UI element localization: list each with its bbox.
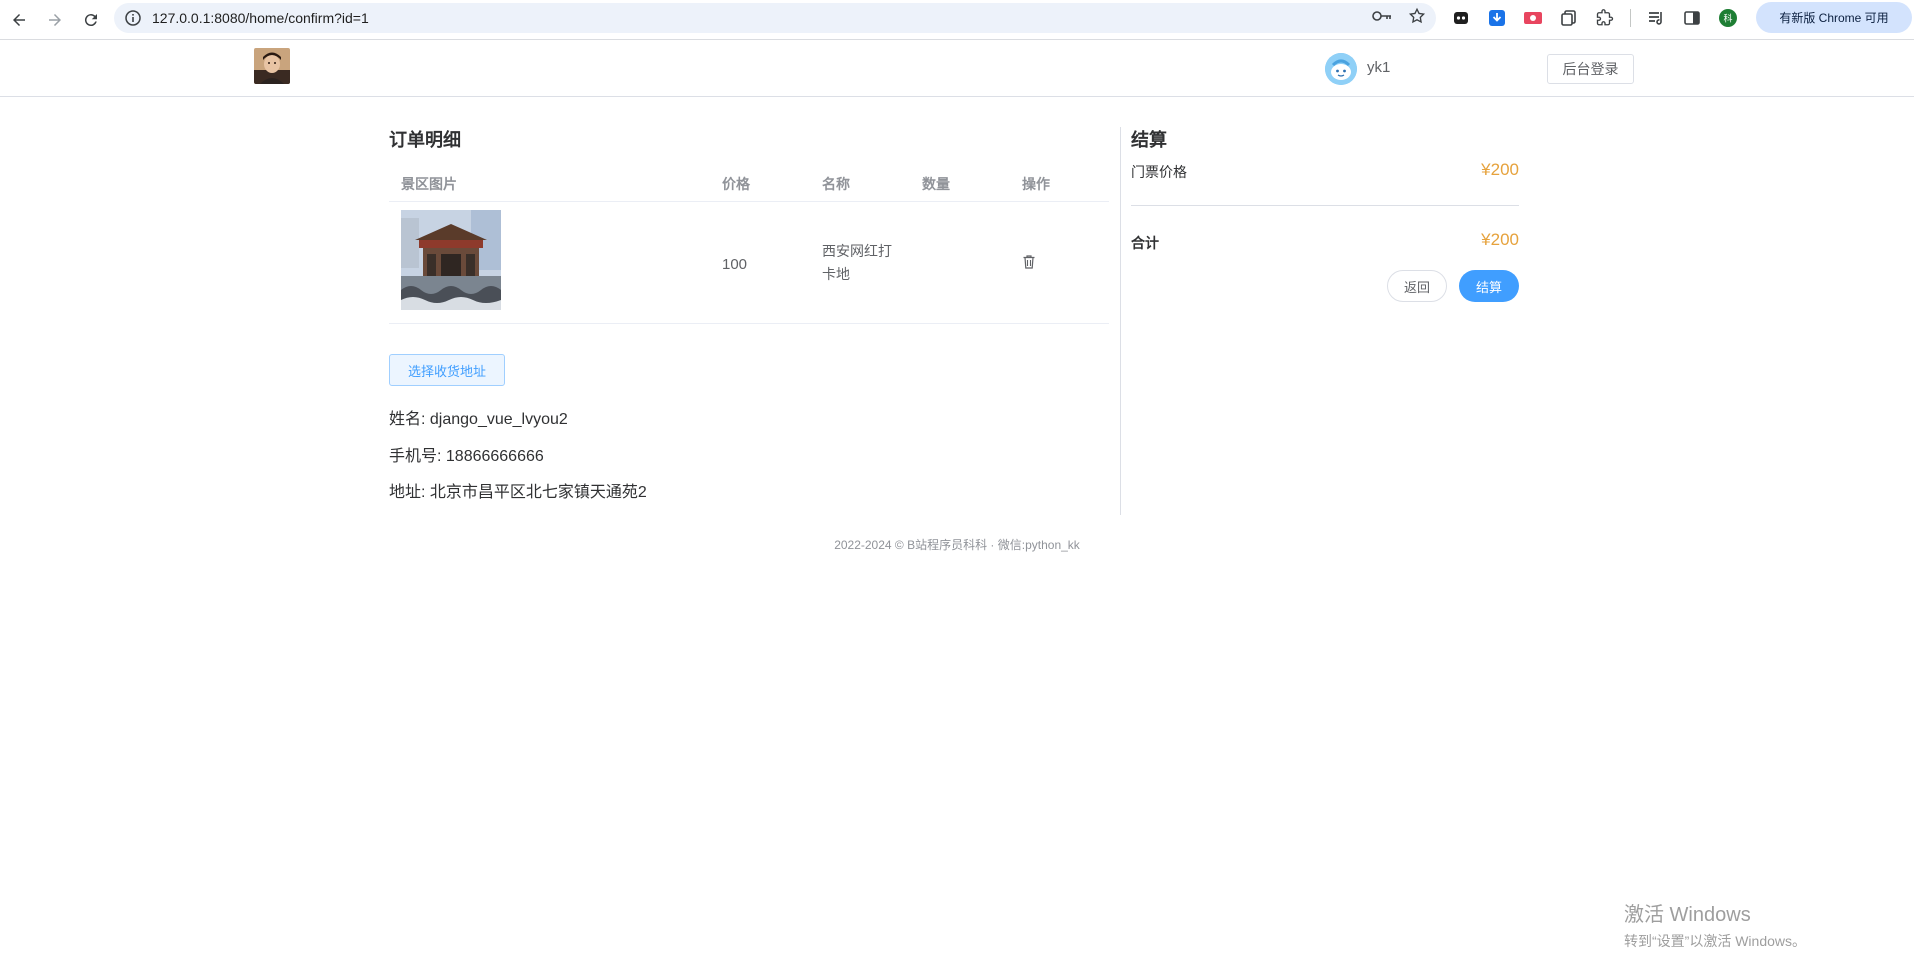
row-name: 西安网红打卡地 [822,243,892,282]
delete-icon[interactable] [1021,254,1037,270]
column-header-image: 景区图片 [401,176,457,192]
row-price: 100 [722,256,748,273]
user-avatar[interactable] [1325,53,1357,85]
recipient-address: 地址: 北京市昌平区北七家镇天通苑2 [389,484,647,501]
windows-activation-watermark: 激活 Windows 转到“设置”以激活 Windows。 [1624,898,1806,951]
vertical-divider [1120,127,1121,515]
chrome-update-button[interactable]: 有新版 Chrome 可用 [1756,2,1912,33]
site-header: yk1 后台登录 [0,41,1914,97]
column-header-name: 名称 [822,176,850,192]
copy-extension-icon[interactable] [1558,7,1580,29]
select-address-button[interactable]: 选择收货地址 [389,354,505,386]
order-details-title: 订单明细 [389,130,461,150]
settlement-title: 结算 [1131,130,1167,150]
total-value: ¥200 [1481,230,1519,249]
admin-login-label: 后台登录 [1562,61,1619,77]
back-button[interactable]: 返回 [1387,270,1447,302]
total-row: 合计 ¥200 [1131,230,1519,252]
address-bar[interactable]: 127.0.0.1:8080/home/confirm?id=1 [114,3,1436,33]
watermark-line2: 转到“设置”以激活 Windows。 [1624,933,1807,949]
chrome-update-label: 有新版 Chrome 可用 [1779,11,1889,25]
column-header-action: 操作 [1022,176,1050,192]
order-details-panel: 订单明细 景区图片 价格 名称 数量 操作 100 西安网红打卡地 选择收货地址… [389,120,1109,501]
screenshot-extension-icon[interactable] [1522,7,1544,29]
back-nav-button[interactable] [2,3,36,37]
column-header-quantity: 数量 [922,176,950,192]
url-text[interactable]: 127.0.0.1:8080/home/confirm?id=1 [152,10,369,26]
watermark-line1: 激活 Windows [1624,904,1751,926]
toolbar-separator [1630,9,1631,27]
column-header-price: 价格 [722,176,750,192]
forward-nav-button[interactable] [38,3,72,37]
recipient-phone: 手机号: 18866666666 [389,448,544,465]
ticket-price-value: ¥200 [1481,160,1519,179]
checkout-label: 结算 [1475,279,1502,295]
site-logo[interactable] [254,48,290,84]
download-extension-icon[interactable] [1486,7,1508,29]
reload-icon [84,13,97,26]
side-panel-icon[interactable] [1681,7,1703,29]
table-row: 100 西安网红打卡地 [389,202,1109,324]
puzzle-extensions-icon[interactable] [1594,7,1616,29]
admin-login-button[interactable]: 后台登录 [1547,54,1634,84]
site-info-icon[interactable] [118,3,148,33]
key-icon[interactable] [1372,9,1392,28]
recipient-name: 姓名: django_vue_lvyou2 [389,411,568,428]
reading-list-icon[interactable] [1645,7,1667,29]
profile-avatar-icon[interactable]: 科 [1717,7,1739,29]
footer: 2022-2024 © B站程序员科科 · 微信:python_kk [0,536,1914,553]
back-label: 返回 [1403,279,1430,295]
star-icon[interactable] [1408,7,1426,30]
arrow-right-icon [49,13,61,26]
ticket-price-row: 门票价格 ¥200 [1131,160,1519,182]
username[interactable]: yk1 [1367,59,1390,76]
browser-toolbar: 127.0.0.1:8080/home/confirm?id=1 科 有新版 C… [0,0,1914,40]
reload-button[interactable] [74,3,108,37]
order-table-header: 景区图片 价格 名称 数量 操作 [389,160,1109,202]
checkout-button[interactable]: 结算 [1459,270,1519,302]
extension-dark-icon[interactable] [1450,7,1472,29]
total-label: 合计 [1131,235,1159,251]
settlement-divider [1131,205,1519,206]
extensions-bar: 科 [1450,4,1739,32]
settlement-panel: 结算 门票价格 ¥200 合计 ¥200 返回 结算 [1131,120,1519,302]
footer-text: 2022-2024 © B站程序员科科 · 微信:python_kk [834,538,1080,552]
arrow-left-icon [13,13,25,26]
profile-initial: 科 [1723,13,1732,25]
select-address-label: 选择收货地址 [407,363,486,379]
scenic-spot-image [401,210,501,310]
ticket-price-label: 门票价格 [1131,164,1187,180]
